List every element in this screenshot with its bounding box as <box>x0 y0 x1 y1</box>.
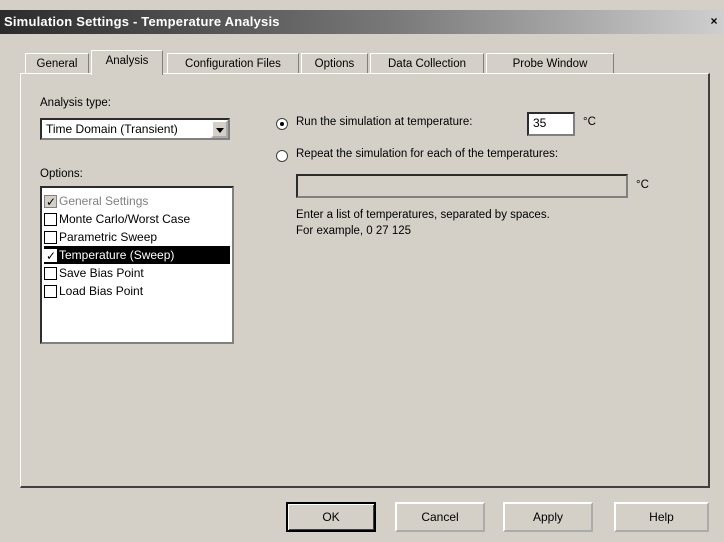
checkbox-icon <box>44 231 57 244</box>
checkbox-icon: ✓ <box>44 195 57 209</box>
help-text-line2: For example, 0 27 125 <box>296 225 412 237</box>
option-general-settings[interactable]: ✓ General Settings <box>44 192 230 210</box>
close-icon[interactable]: × <box>706 13 722 29</box>
option-save-bias-point[interactable]: Save Bias Point <box>44 264 230 282</box>
options-list[interactable]: ✓ General Settings Monte Carlo/Worst Cas… <box>40 186 234 344</box>
checkbox-icon <box>44 213 57 226</box>
tab-options[interactable]: Options <box>301 53 368 74</box>
repeat-temperatures-label: Repeat the simulation for each of the te… <box>296 148 559 160</box>
tab-data-collection[interactable]: Data Collection <box>370 53 484 74</box>
unit-label: °C <box>583 116 596 128</box>
options-label: Options: <box>40 168 83 180</box>
option-label: Temperature (Sweep) <box>59 248 175 262</box>
option-monte-carlo[interactable]: Monte Carlo/Worst Case <box>44 210 230 228</box>
option-label: Parametric Sweep <box>59 230 158 244</box>
unit-label-list: °C <box>636 179 649 191</box>
chevron-down-icon[interactable] <box>211 120 228 138</box>
tab-probe-window[interactable]: Probe Window <box>486 53 614 74</box>
checkbox-icon <box>44 267 57 280</box>
title-bar[interactable]: Simulation Settings - Temperature Analys… <box>0 10 724 34</box>
analysis-type-label: Analysis type: <box>40 97 111 109</box>
repeat-temperatures-radio[interactable] <box>276 150 288 162</box>
temperature-input[interactable]: 35 <box>527 112 575 136</box>
analysis-type-value: Time Domain (Transient) <box>46 122 178 136</box>
help-text-line1: Enter a list of temperatures, separated … <box>296 209 550 221</box>
help-button[interactable]: Help <box>614 502 709 532</box>
option-label: Monte Carlo/Worst Case <box>59 212 191 226</box>
ok-button[interactable]: OK <box>286 502 376 532</box>
tab-configuration-files[interactable]: Configuration Files <box>167 53 299 74</box>
run-at-temperature-radio[interactable] <box>276 118 288 130</box>
checkbox-icon: ✓ <box>44 249 57 263</box>
tab-analysis[interactable]: Analysis <box>91 50 163 75</box>
tab-general[interactable]: General <box>25 53 89 74</box>
option-parametric-sweep[interactable]: Parametric Sweep <box>44 228 230 246</box>
temperature-list-input[interactable] <box>296 174 628 198</box>
option-label: General Settings <box>59 194 149 208</box>
option-label: Save Bias Point <box>59 266 144 280</box>
window-title: Simulation Settings - Temperature Analys… <box>4 14 280 29</box>
apply-button[interactable]: Apply <box>503 502 593 532</box>
option-load-bias-point[interactable]: Load Bias Point <box>44 282 230 300</box>
checkbox-icon <box>44 285 57 298</box>
cancel-button[interactable]: Cancel <box>395 502 485 532</box>
option-label: Load Bias Point <box>59 284 144 298</box>
run-at-temperature-label: Run the simulation at temperature: <box>296 116 473 128</box>
option-temperature-sweep[interactable]: ✓ Temperature (Sweep) <box>44 246 230 264</box>
analysis-type-select[interactable]: Time Domain (Transient) <box>40 118 230 140</box>
simulation-settings-dialog: Simulation Settings - Temperature Analys… <box>0 0 724 542</box>
